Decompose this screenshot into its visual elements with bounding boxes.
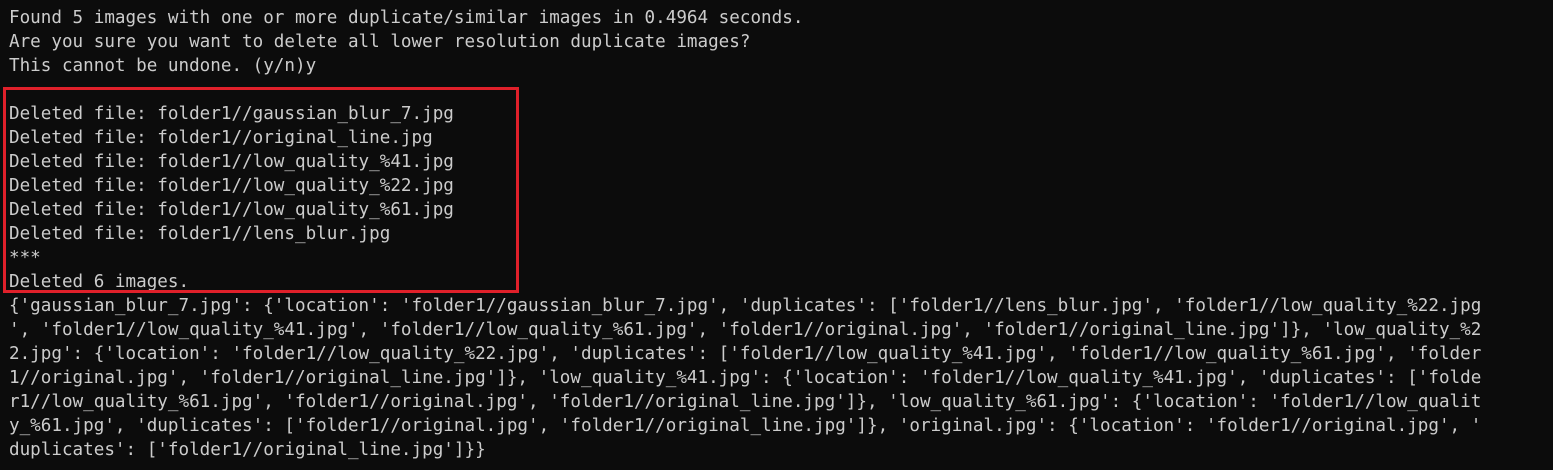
deleted-count-summary: Deleted 6 images. — [9, 272, 190, 292]
found-summary-line: Found 5 images with one or more duplicat… — [9, 8, 804, 28]
deleted-file-line: Deleted file: folder1//lens_blur.jpg — [9, 224, 391, 244]
deleted-file-line: Deleted file: folder1//original_line.jpg — [9, 128, 433, 148]
confirm-prompt-line-1: Are you sure you want to delete all lowe… — [9, 32, 751, 52]
deleted-file-line: Deleted file: folder1//gaussian_blur_7.j… — [9, 104, 454, 124]
deleted-file-line: Deleted file: folder1//low_quality_%41.j… — [9, 152, 454, 172]
separator-line: *** — [9, 248, 41, 268]
terminal-window[interactable]: Found 5 images with one or more duplicat… — [0, 0, 1553, 470]
duplicates-dict-line: ', 'folder1//low_quality_%41.jpg', 'fold… — [9, 320, 1482, 340]
duplicates-dict-line: 2.jpg': {'location': 'folder1//low_quali… — [9, 344, 1482, 364]
deleted-file-line: Deleted file: folder1//low_quality_%61.j… — [9, 200, 454, 220]
confirm-prompt-line-2: This cannot be undone. (y/n)y — [9, 56, 317, 76]
duplicates-dict-line: y_%61.jpg', 'duplicates': ['folder1//ori… — [9, 416, 1482, 436]
duplicates-dict-line: {'gaussian_blur_7.jpg': {'location': 'fo… — [9, 296, 1482, 316]
duplicates-dict-line: 1//original.jpg', 'folder1//original_lin… — [9, 368, 1482, 388]
duplicates-dict-line: r1//low_quality_%61.jpg', 'folder1//orig… — [9, 392, 1482, 412]
duplicates-dict-line: duplicates': ['folder1//original_line.jp… — [9, 440, 486, 460]
deleted-file-line: Deleted file: folder1//low_quality_%22.j… — [9, 176, 454, 196]
